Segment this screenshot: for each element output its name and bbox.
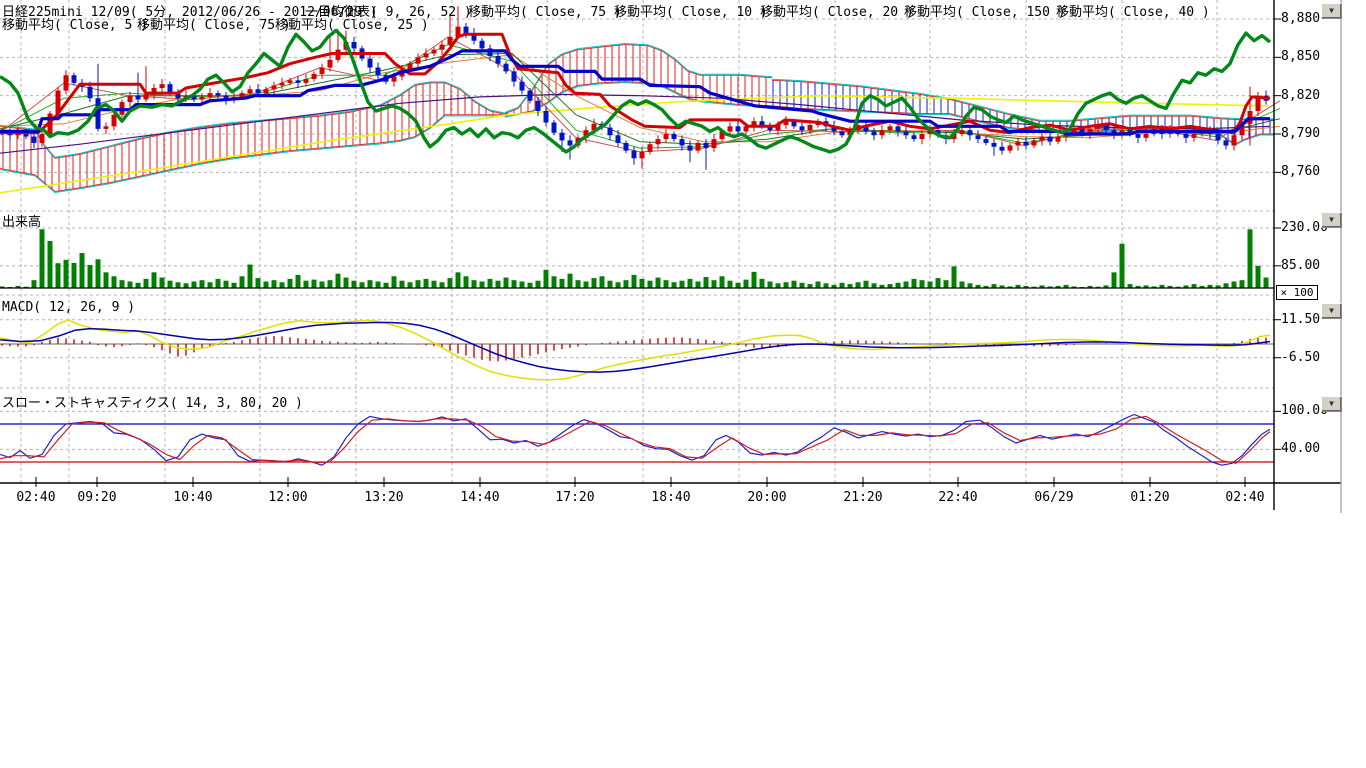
chevron-down-icon: ▼	[1329, 215, 1334, 224]
legend-item: 移動平均( Close, 150 )	[904, 1, 1066, 20]
time-axis-label: 22:40	[938, 490, 977, 505]
legend-item: 移動平均( Close, 5 )	[2, 14, 148, 33]
price-axis-label: 8,880	[1281, 11, 1320, 26]
time-axis-label: 01:20	[1130, 490, 1169, 505]
time-axis-label: 21:20	[843, 490, 882, 505]
pane-scroll-down-button[interactable]: ▼	[1321, 3, 1342, 19]
time-axis-label: 12:00	[268, 490, 307, 505]
pane-scroll-down-button[interactable]: ▼	[1321, 303, 1342, 319]
macd-axis-label: 11.50	[1281, 312, 1320, 327]
legend-item: 移動平均( Close, 75 )	[137, 14, 291, 33]
pane-scroll-down-button[interactable]: ▼	[1321, 396, 1342, 412]
price-axis-label: 8,850	[1281, 49, 1320, 64]
time-axis-label: 17:20	[555, 490, 594, 505]
price-axis-label: 8,760	[1281, 164, 1320, 179]
macd-axis-label: -6.50	[1281, 350, 1320, 365]
time-axis-label: 02:40	[16, 490, 55, 505]
chevron-down-icon: ▼	[1329, 6, 1334, 15]
time-axis-label: 09:20	[77, 490, 116, 505]
trading-chart-window: 日経225mini 12/09( 5分, 2012/06/26 - 2012/0…	[0, 0, 1366, 768]
pane-scroll-down-button[interactable]: ▼	[1321, 212, 1342, 228]
chevron-down-icon: ▼	[1329, 306, 1334, 315]
stoch-axis-label: 40.00	[1281, 441, 1320, 456]
stochastics-series	[0, 415, 1274, 466]
volume-axis-label: 85.00	[1281, 258, 1320, 273]
ichimoku-cloud	[0, 44, 1274, 193]
time-axis-label: 20:00	[747, 490, 786, 505]
chart-canvas	[0, 0, 1366, 520]
time-axis-label: 13:20	[364, 490, 403, 505]
volume-multiplier-badge: × 100	[1276, 285, 1318, 300]
time-axis-label: 18:40	[651, 490, 690, 505]
macd-series	[0, 320, 1274, 380]
legend-item: 移動平均( Close, 10 )	[614, 1, 768, 20]
legend-item: 移動平均( Close, 40 )	[1056, 1, 1210, 20]
time-axis-label: 10:40	[173, 490, 212, 505]
price-axis-label: 8,790	[1281, 126, 1320, 141]
macd-panel-label: MACD( 12, 26, 9 )	[2, 300, 135, 315]
legend-item: 移動平均( Close, 25 )	[275, 14, 429, 33]
stochastics-panel-label: スロー・ストキャスティクス( 14, 3, 80, 20 )	[2, 392, 303, 411]
time-axis-label: 14:40	[460, 490, 499, 505]
time-axis-label: 02:40	[1225, 490, 1264, 505]
legend-item: 移動平均( Close, 20 )	[760, 1, 914, 20]
time-axis-label: 06/29	[1034, 490, 1073, 505]
price-axis-label: 8,820	[1281, 88, 1320, 103]
volume-series	[0, 229, 1274, 288]
volume-panel-label: 出来高	[2, 211, 41, 230]
legend-item: 移動平均( Close, 75 )	[468, 1, 622, 20]
chevron-down-icon: ▼	[1329, 399, 1334, 408]
